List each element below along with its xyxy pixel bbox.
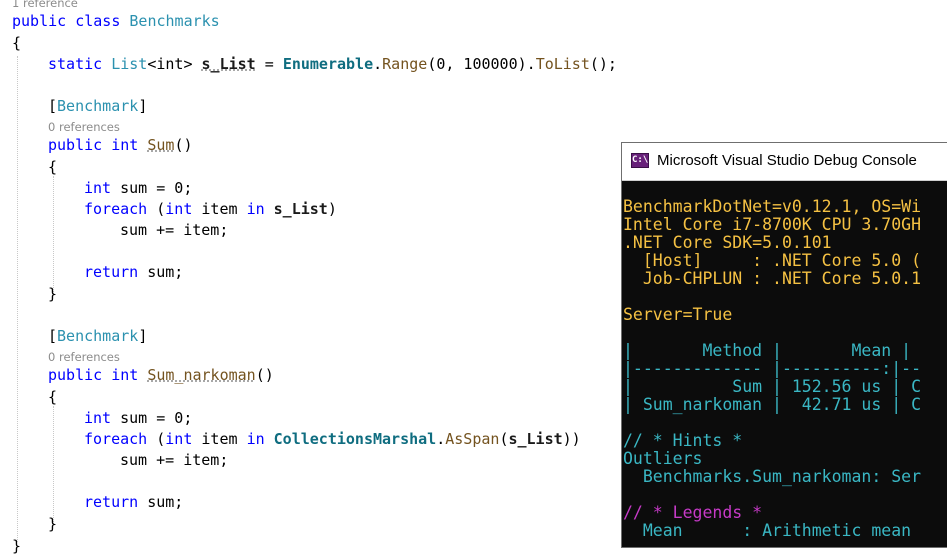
sum-method-name: Sum xyxy=(147,136,175,154)
s-list-field: s_List xyxy=(201,55,256,73)
benchmark-attribute-1: [Benchmark] xyxy=(48,97,148,115)
console-legend-mean: Mean : Arithmetic mean xyxy=(623,521,912,540)
debug-console-window[interactable]: C:\ Microsoft Visual Studio Debug Consol… xyxy=(621,142,947,548)
indent-guide-sum xyxy=(53,176,54,294)
console-outliers-detail: Benchmarks.Sum_narkoman: Ser xyxy=(623,467,922,486)
console-titlebar[interactable]: C:\ Microsoft Visual Studio Debug Consol… xyxy=(622,143,947,181)
sum-foreach-line: foreach (int item in s_List) xyxy=(84,200,337,218)
indent-guide-nark xyxy=(53,406,54,524)
class-close-brace: } xyxy=(12,537,22,555)
console-output[interactable]: BenchmarkDotNet=v0.12.1, OS=Wi Intel Cor… xyxy=(622,181,947,547)
console-legends-header: // * Legends * xyxy=(623,503,763,522)
console-line-cpu: Intel Core i7-8700K CPU 3.70GH xyxy=(623,215,922,234)
narkoman-foreach-line: foreach (int item in CollectionsMarshal.… xyxy=(84,430,581,448)
narkoman-local-declaration: int sum = 0; xyxy=(84,409,193,427)
console-line-host: [Host] : .NET Core 5.0 ( xyxy=(623,251,922,270)
console-line-job: Job-CHPLUN : .NET Core 5.0.1 xyxy=(623,269,922,288)
narkoman-open-brace: { xyxy=(48,388,58,406)
indent-guide-class xyxy=(17,56,18,542)
vs-console-icon: C:\ xyxy=(631,153,649,168)
console-line-sdk: .NET Core SDK=5.0.101 xyxy=(623,233,832,252)
console-hints-header: // * Hints * xyxy=(623,431,743,450)
console-title: Microsoft Visual Studio Debug Console xyxy=(657,152,917,169)
sum-close-brace: } xyxy=(48,285,58,303)
narkoman-accumulate-line: sum += item; xyxy=(120,451,229,469)
narkoman-close-brace: } xyxy=(48,515,58,533)
results-table-row-sum: | Sum | 152.56 us | C xyxy=(623,377,922,396)
sum-reference-lens[interactable]: 0 references xyxy=(48,120,120,134)
narkoman-method-signature: public int Sum_narkoman() xyxy=(48,366,274,384)
narkoman-method-name: Sum_narkoman xyxy=(147,366,256,384)
class-name: Benchmarks xyxy=(129,12,220,30)
sum-method-signature: public int Sum() xyxy=(48,136,193,154)
sum-local-declaration: int sum = 0; xyxy=(84,179,193,197)
sum-open-brace: { xyxy=(48,158,58,176)
console-line-server: Server=True xyxy=(623,305,733,324)
sum-accumulate-line: sum += item; xyxy=(120,221,229,239)
results-table-header: | Method | Mean | xyxy=(623,341,912,360)
class-reference-lens[interactable]: 1 reference xyxy=(12,0,78,10)
narkoman-return-line: return sum; xyxy=(84,493,184,511)
results-table-row-narkoman: | Sum_narkoman | 42.71 us | C xyxy=(623,395,922,414)
class-declaration-line: public class Benchmarks xyxy=(12,12,220,30)
sum-return-line: return sum; xyxy=(84,263,184,281)
benchmark-attribute-2: [Benchmark] xyxy=(48,327,148,345)
results-table-separator: |------------- |----------:|-- xyxy=(623,359,922,378)
narkoman-reference-lens[interactable]: 0 references xyxy=(48,350,120,364)
console-line-bdn-version: BenchmarkDotNet=v0.12.1, OS=Wi xyxy=(623,197,922,216)
console-outliers-label: Outliers xyxy=(623,449,703,468)
class-open-brace: { xyxy=(12,34,22,52)
field-declaration-line: static List<int> s_List = Enumerable.Ran… xyxy=(48,55,617,73)
